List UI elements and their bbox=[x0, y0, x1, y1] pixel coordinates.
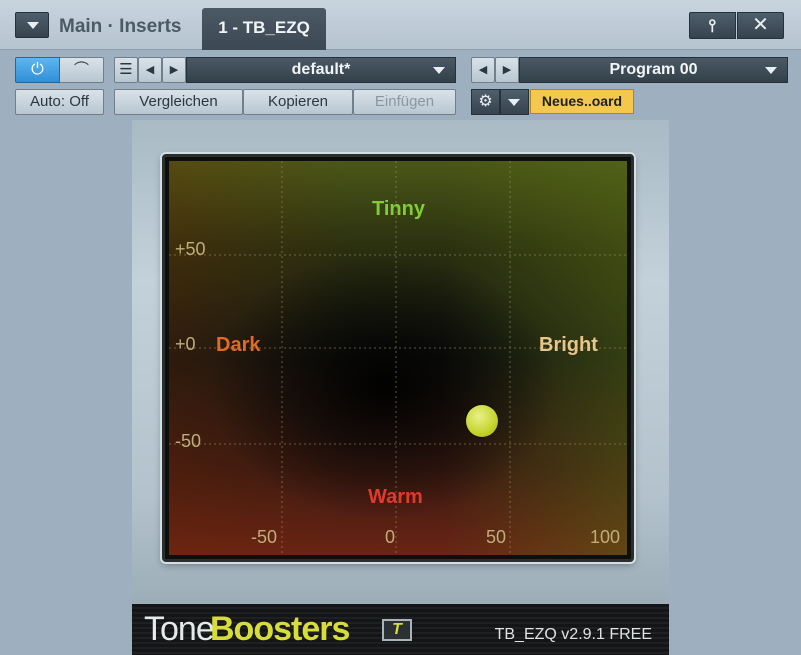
window-menu-button[interactable] bbox=[15, 12, 49, 38]
chevron-down-icon bbox=[433, 67, 445, 74]
chevron-down-icon bbox=[765, 67, 777, 74]
next-program-icon[interactable]: ▶ bbox=[495, 57, 519, 83]
x-axis-label: 0 bbox=[385, 527, 396, 547]
prev-preset-icon[interactable]: ◀ bbox=[138, 57, 162, 83]
y-axis-label: -50 bbox=[175, 431, 202, 451]
y-axis-label: +0 bbox=[175, 334, 196, 354]
copy-button[interactable]: Kopieren bbox=[243, 89, 353, 115]
brand-logo-tone: Tone bbox=[144, 610, 215, 648]
x-axis-label: 50 bbox=[486, 527, 507, 547]
program-name: Program 00 bbox=[609, 61, 698, 78]
paste-button[interactable]: Einfügen bbox=[353, 89, 456, 115]
y-axis-label: +50 bbox=[175, 239, 206, 259]
plugin-version: TB_EZQ v2.9.1 FREE bbox=[494, 626, 652, 643]
preset-name: default* bbox=[291, 61, 351, 78]
program-dropdown[interactable]: Program 00 bbox=[519, 57, 788, 83]
chevron-down-icon bbox=[508, 99, 520, 106]
prev-program-icon[interactable]: ◀ bbox=[471, 57, 495, 83]
brand-bar: Tone Boosters T TB_EZQ v2.9.1 FREE bbox=[132, 604, 669, 655]
zone-label-warm: Warm bbox=[368, 486, 423, 508]
sticky-menu-button[interactable] bbox=[500, 89, 529, 115]
x-axis-label: 100 bbox=[590, 527, 621, 547]
zone-label-tinny: Tinny bbox=[372, 198, 425, 220]
close-icon[interactable]: ✕ bbox=[737, 12, 784, 39]
plugin-panel: Tinny Dark Bright Warm +50 +0 -50 -50 0 … bbox=[132, 120, 669, 655]
power-icon[interactable]: ⏻ bbox=[15, 57, 60, 83]
tab-tb-ezq[interactable]: 1 - TB_EZQ bbox=[202, 8, 326, 50]
sticky-note[interactable]: Neues..oard bbox=[530, 89, 634, 114]
preset-list-icon[interactable]: ☰ bbox=[114, 57, 138, 83]
toneboosters-logo-icon: T bbox=[382, 619, 412, 641]
brand-logo-boosters: Boosters bbox=[210, 610, 350, 648]
x-axis-label: -50 bbox=[251, 527, 278, 547]
window-title: Main · Inserts bbox=[59, 16, 182, 37]
title-bar: Main · Inserts 1 - TB_EZQ ⫯ ✕ bbox=[0, 0, 801, 50]
automation-button[interactable]: Auto: Off bbox=[15, 89, 104, 115]
chevron-down-icon bbox=[27, 22, 39, 29]
pin-icon[interactable]: ⫯ bbox=[689, 12, 736, 39]
next-preset-icon[interactable]: ▶ bbox=[162, 57, 186, 83]
compare-button[interactable]: Vergleichen bbox=[114, 89, 243, 115]
zone-label-bright: Bright bbox=[539, 334, 598, 356]
bypass-icon[interactable]: ⌒ bbox=[60, 57, 104, 83]
gear-icon[interactable]: ⚙ bbox=[471, 89, 500, 115]
eq-xy-pad[interactable]: Tinny Dark Bright Warm +50 +0 -50 -50 0 … bbox=[169, 161, 627, 555]
eq-display-bezel: Tinny Dark Bright Warm +50 +0 -50 -50 0 … bbox=[162, 154, 634, 562]
zone-label-dark: Dark bbox=[216, 334, 261, 356]
preset-dropdown[interactable]: default* bbox=[186, 57, 456, 83]
